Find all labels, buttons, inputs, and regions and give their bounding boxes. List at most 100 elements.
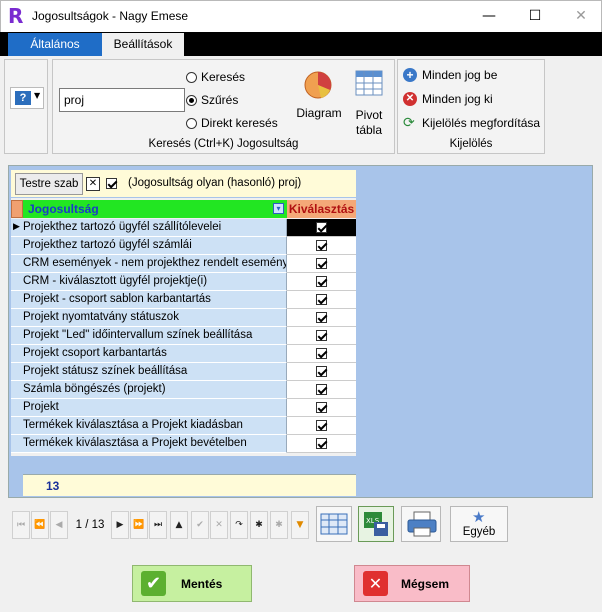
current-row-indicator-icon: ▶ <box>13 222 20 232</box>
table-row[interactable]: Termékek kiválasztása a Projekt bevételb… <box>11 435 287 453</box>
row-select-cell[interactable] <box>287 291 356 309</box>
row-select-cell[interactable] <box>287 399 356 417</box>
clear-filter-button[interactable]: ✕ <box>86 177 100 191</box>
grid-view-button[interactable] <box>316 506 352 542</box>
pivot-table-button[interactable]: Pivot tábla <box>349 66 389 137</box>
print-button[interactable] <box>401 506 441 542</box>
row-select-cell[interactable] <box>287 237 356 255</box>
row-select-cell[interactable] <box>287 327 356 345</box>
row-select-cell[interactable] <box>287 255 356 273</box>
other-button[interactable]: ★ Egyéb <box>450 506 508 542</box>
filter-button[interactable]: ▼ <box>291 511 309 539</box>
row-select-cell[interactable] <box>287 219 356 237</box>
radio-search[interactable] <box>186 72 197 83</box>
next-record-button[interactable]: ▶ <box>111 511 129 539</box>
row-select-cell[interactable] <box>287 363 356 381</box>
table-row[interactable]: Projekthez tartozó ügyfél szállítólevele… <box>11 219 287 237</box>
cancel-icon: ✕ <box>363 571 388 596</box>
row-select-checkbox[interactable] <box>316 348 327 359</box>
grid-footer-indicator <box>11 474 23 496</box>
row-select-checkbox[interactable] <box>316 438 327 449</box>
help-icon: ? <box>15 91 31 105</box>
radio-direct-search[interactable] <box>186 118 197 129</box>
insert-record-button[interactable]: ▲ <box>170 511 188 539</box>
plus-icon: + <box>403 68 417 82</box>
refresh-button[interactable]: ↷ <box>230 511 248 539</box>
row-select-checkbox[interactable] <box>316 330 327 341</box>
pivot-label-1: Pivot <box>355 108 383 122</box>
table-row[interactable]: Projekt "Led" időintervallum színek beál… <box>11 327 287 345</box>
help-group: ? ▼ <box>4 59 48 154</box>
table-row[interactable]: Projekt csoport karbantartás <box>11 345 287 363</box>
radio-direct-search-label: Direkt keresés <box>201 116 278 130</box>
grid-empty-area <box>11 456 356 474</box>
cancel-button[interactable]: ✕ Mégsem <box>354 565 470 602</box>
prev-record-button[interactable]: ◀ <box>50 511 68 539</box>
filter-icon[interactable]: ▾ <box>273 203 284 214</box>
column-header-permission[interactable]: Jogosultság <box>23 200 287 218</box>
prev-page-button[interactable]: ⏪ <box>31 511 49 539</box>
post-record-button[interactable]: ✔ <box>191 511 209 539</box>
selection-group-caption: Kijelölés <box>449 138 493 150</box>
table-row[interactable]: Projekt <box>11 399 287 417</box>
filter-active-checkbox[interactable] <box>106 178 117 192</box>
column-header-select[interactable]: Kiválasztás <box>287 200 356 218</box>
column-header-permission-label: Jogosultság <box>28 202 99 216</box>
row-select-checkbox[interactable] <box>316 222 327 233</box>
minimize-button[interactable]: — <box>466 0 512 32</box>
tab-general[interactable]: Általános <box>8 33 102 56</box>
all-permissions-off-button[interactable]: ✕ Minden jog ki <box>403 91 543 109</box>
table-row[interactable]: Termékek kiválasztása a Projekt kiadásba… <box>11 417 287 435</box>
row-select-checkbox[interactable] <box>316 258 327 269</box>
row-select-checkbox[interactable] <box>316 420 327 431</box>
radio-search-label: Keresés <box>201 70 246 84</box>
table-row[interactable]: CRM események - nem projekthez rendelt e… <box>11 255 287 273</box>
table-row[interactable]: Projekt - csoport sablon karbantartás <box>11 291 287 309</box>
row-select-cell[interactable] <box>287 273 356 291</box>
search-input[interactable]: proj <box>59 88 185 112</box>
search-group-caption: Keresés (Ctrl+K) Jogosultság <box>148 138 299 150</box>
export-xls-button[interactable]: XLS <box>358 506 394 542</box>
table-row[interactable]: Számla böngészés (projekt) <box>11 381 287 399</box>
row-select-cell[interactable] <box>287 381 356 399</box>
row-select-cell[interactable] <box>287 417 356 435</box>
row-select-checkbox[interactable] <box>316 294 327 305</box>
all-permissions-on-button[interactable]: + Minden jog be <box>403 67 543 85</box>
close-button[interactable]: ✕ <box>558 0 602 32</box>
diagram-label: Diagram <box>296 106 342 120</box>
row-select-checkbox[interactable] <box>316 366 327 377</box>
last-page-button[interactable]: ⏭ <box>149 511 167 539</box>
row-select-checkbox[interactable] <box>316 384 327 395</box>
remove-icon: ✕ <box>403 92 417 106</box>
goto-bookmark-button[interactable]: ✱ <box>270 511 288 539</box>
tab-settings[interactable]: Beállítások <box>102 33 184 56</box>
table-row[interactable]: Projekt nyomtatvány státuszok <box>11 309 287 327</box>
row-select-cell[interactable] <box>287 435 356 453</box>
selection-group: + Minden jog be ✕ Minden jog ki ⟳ Kijelö… <box>397 59 545 154</box>
row-select-checkbox[interactable] <box>316 312 327 323</box>
invert-selection-button[interactable]: ⟳ Kijelölés megfordítása <box>403 115 543 133</box>
table-row[interactable]: Projekt státusz színek beállítása <box>11 363 287 381</box>
first-page-button[interactable]: ⏮ <box>12 511 30 539</box>
table-row[interactable]: CRM - kiválasztott ügyfél projektje(i) <box>11 273 287 291</box>
help-dropdown[interactable]: ? ▼ <box>10 87 44 109</box>
table-row[interactable]: Projekthez tartozó ügyfél számlái <box>11 237 287 255</box>
app-logo-icon: R <box>8 4 24 28</box>
diagram-button[interactable]: Diagram <box>291 66 347 126</box>
refresh-icon: ⟳ <box>403 115 415 131</box>
row-select-checkbox[interactable] <box>316 402 327 413</box>
row-select-checkbox[interactable] <box>316 240 327 251</box>
row-select-cell[interactable] <box>287 309 356 327</box>
bookmark-button[interactable]: ✱ <box>250 511 268 539</box>
next-page-button[interactable]: ⏩ <box>130 511 148 539</box>
all-permissions-on-label: Minden jog be <box>422 68 498 82</box>
maximize-button[interactable]: ☐ <box>512 0 558 32</box>
save-button[interactable]: ✔ Mentés <box>132 565 252 602</box>
grid-corner-icon <box>11 200 23 218</box>
row-select-checkbox[interactable] <box>316 276 327 287</box>
cancel-edit-button[interactable]: ✕ <box>210 511 228 539</box>
radio-filter[interactable] <box>186 95 197 106</box>
customize-button[interactable]: Testre szab <box>15 173 83 195</box>
row-select-cell[interactable] <box>287 345 356 363</box>
grid-view-icon <box>320 513 348 535</box>
